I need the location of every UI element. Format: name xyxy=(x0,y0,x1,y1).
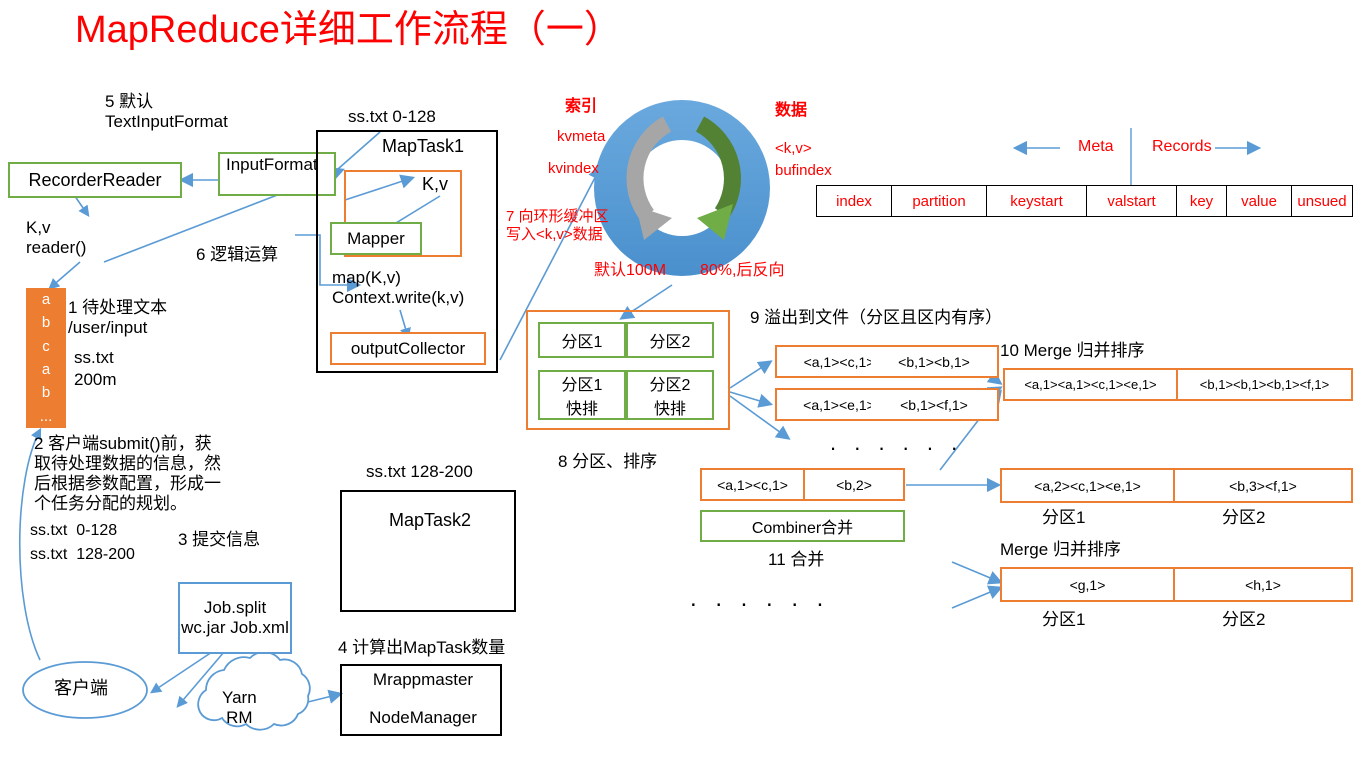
step8-label: 8 分区、排序 xyxy=(558,452,658,471)
buffer-size-label: 默认100M xyxy=(594,262,667,279)
step2-label: 2 客户端submit()前，获 取待处理数据的信息，然 后根据参数配置，形成一… xyxy=(34,434,221,514)
partition-quicksort-cell-2: 分区2 快排 xyxy=(626,370,714,420)
step6-label: 6 逻辑运算 xyxy=(196,245,279,264)
file-size-label: 200m xyxy=(74,370,117,389)
step3-label: 3 提交信息 xyxy=(178,530,261,549)
merge-result2-label-1: 分区1 xyxy=(1042,610,1086,629)
output-collector-box[interactable]: outputCollector xyxy=(330,332,486,365)
spill-ellipsis: . . . . . . xyxy=(830,430,964,455)
table-cell-valstart: valstart xyxy=(1086,185,1176,217)
step7-label: 7 向环形缓冲区 写入<k,v>数据 xyxy=(506,208,609,243)
buffer-threshold-label: 80%,后反向 xyxy=(700,262,785,279)
diagram-canvas: MapReduce详细工作流程（一） 5 默认 TextInputFormat … xyxy=(0,0,1357,765)
kv-label: K,v xyxy=(422,174,449,194)
text-char: b xyxy=(41,314,51,332)
kvmeta-label: kvmeta xyxy=(557,128,606,145)
text-char: a xyxy=(41,361,51,379)
text-char: ... xyxy=(39,407,53,425)
step1-label: 1 待处理文本 /user/input xyxy=(68,298,168,338)
text-char: a xyxy=(41,291,51,309)
merge-result-cell-1: <a,2><c,1><e,1> xyxy=(1000,468,1175,503)
merge-result-label-2: 分区2 xyxy=(1222,508,1266,527)
data-label: 数据 xyxy=(775,102,808,119)
maptask1-header: ss.txt 0-128 xyxy=(348,107,436,126)
partition-cell-2: 分区2 xyxy=(626,322,714,358)
spill-file2-cell-2: <b,1><f,1> xyxy=(871,388,999,421)
table-cell-partition: partition xyxy=(891,185,986,217)
client-label: 客户端 xyxy=(54,678,108,698)
spill-file1-cell-2: <b,1><b,1> xyxy=(871,345,999,378)
index-label: 索引 xyxy=(565,98,598,115)
merge-result-cell-2: <b,3><f,1> xyxy=(1175,468,1353,503)
job-info-box[interactable]: Job.split wc.jar Job.xml xyxy=(178,582,292,654)
merge-result2-cell-2: <h,1> xyxy=(1175,567,1353,602)
mrappmaster-label: Mrappmaster xyxy=(372,670,474,689)
kv-pair-label: <k,v> xyxy=(775,140,812,157)
merge-result-label-1: 分区1 xyxy=(1042,508,1086,527)
partition-sort-box[interactable]: 分区1 分区2 分区1 快排 分区2 快排 xyxy=(526,310,730,430)
records-label: Records xyxy=(1152,138,1212,155)
split1-label: ss.txt 0-128 xyxy=(30,522,118,539)
table-cell-value: value xyxy=(1226,185,1291,217)
combiner-box[interactable]: Combiner合并 xyxy=(700,510,905,542)
partition-quicksort-cell-1: 分区1 快排 xyxy=(538,370,626,420)
merge-sort-caption: Merge 归并排序 xyxy=(1000,540,1121,559)
table-cell-unsued: unsued xyxy=(1291,185,1353,217)
step9-label: 9 溢出到文件（分区且区内有序） xyxy=(750,308,1003,327)
map-code-label: map(K,v) Context.write(k,v) xyxy=(332,268,465,308)
page-title: MapReduce详细工作流程（一） xyxy=(75,9,622,51)
recorder-reader-box[interactable]: RecorderReader xyxy=(8,162,182,198)
mrappmaster-box[interactable]: Mrappmaster NodeManager xyxy=(340,664,502,736)
meta-record-table: index partition keystart valstart key va… xyxy=(816,185,1353,217)
text-char: b xyxy=(41,384,51,402)
maptask1-name: MapTask1 xyxy=(382,136,465,156)
mapper-box[interactable]: Mapper xyxy=(330,222,422,255)
file-name-label: ss.txt xyxy=(74,348,114,367)
kvindex-label: kvindex xyxy=(548,160,599,177)
step4-label: 4 计算出MapTask数量 xyxy=(338,638,506,657)
kv-reader-label: K,v reader() xyxy=(26,218,87,258)
maptask2-header: ss.txt 128-200 xyxy=(366,462,473,481)
combine-source-cell-1: <a,1><c,1> xyxy=(700,468,805,501)
yarn-label: Yarn RM xyxy=(222,688,257,728)
meta-label: Meta xyxy=(1078,138,1114,155)
maptask1-box[interactable]: MapTask1 K,v Mapper map(K,v) Context.wri… xyxy=(316,130,498,373)
nodemanager-label: NodeManager xyxy=(369,708,477,727)
partition-cell-1: 分区1 xyxy=(538,322,626,358)
merge10-cell-1: <a,1><a,1><c,1><e,1> xyxy=(1003,368,1178,401)
combine-ellipsis: . . . . . . xyxy=(690,585,830,612)
split2-label: ss.txt 128-200 xyxy=(30,546,135,563)
table-cell-keystart: keystart xyxy=(986,185,1086,217)
step5-label: 5 默认 TextInputFormat xyxy=(105,92,228,132)
combine-source-cell-2: <b,2> xyxy=(805,468,905,501)
step10-label: 10 Merge 归并排序 xyxy=(1000,341,1145,360)
bufindex-label: bufindex xyxy=(775,162,832,179)
input-text-block: a b c a b ... xyxy=(26,288,66,428)
table-cell-key: key xyxy=(1176,185,1226,217)
merge-result2-cell-1: <g,1> xyxy=(1000,567,1175,602)
step11-label: 11 合并 xyxy=(768,550,825,569)
merge10-cell-2: <b,1><b,1><b,1><f,1> xyxy=(1178,368,1353,401)
table-cell-index: index xyxy=(816,185,891,217)
text-char: c xyxy=(42,337,50,355)
circular-buffer-icon xyxy=(594,100,770,276)
maptask2-name: MapTask2 xyxy=(388,510,472,530)
maptask2-box[interactable]: MapTask2 xyxy=(340,490,516,612)
merge-result2-label-2: 分区2 xyxy=(1222,610,1266,629)
